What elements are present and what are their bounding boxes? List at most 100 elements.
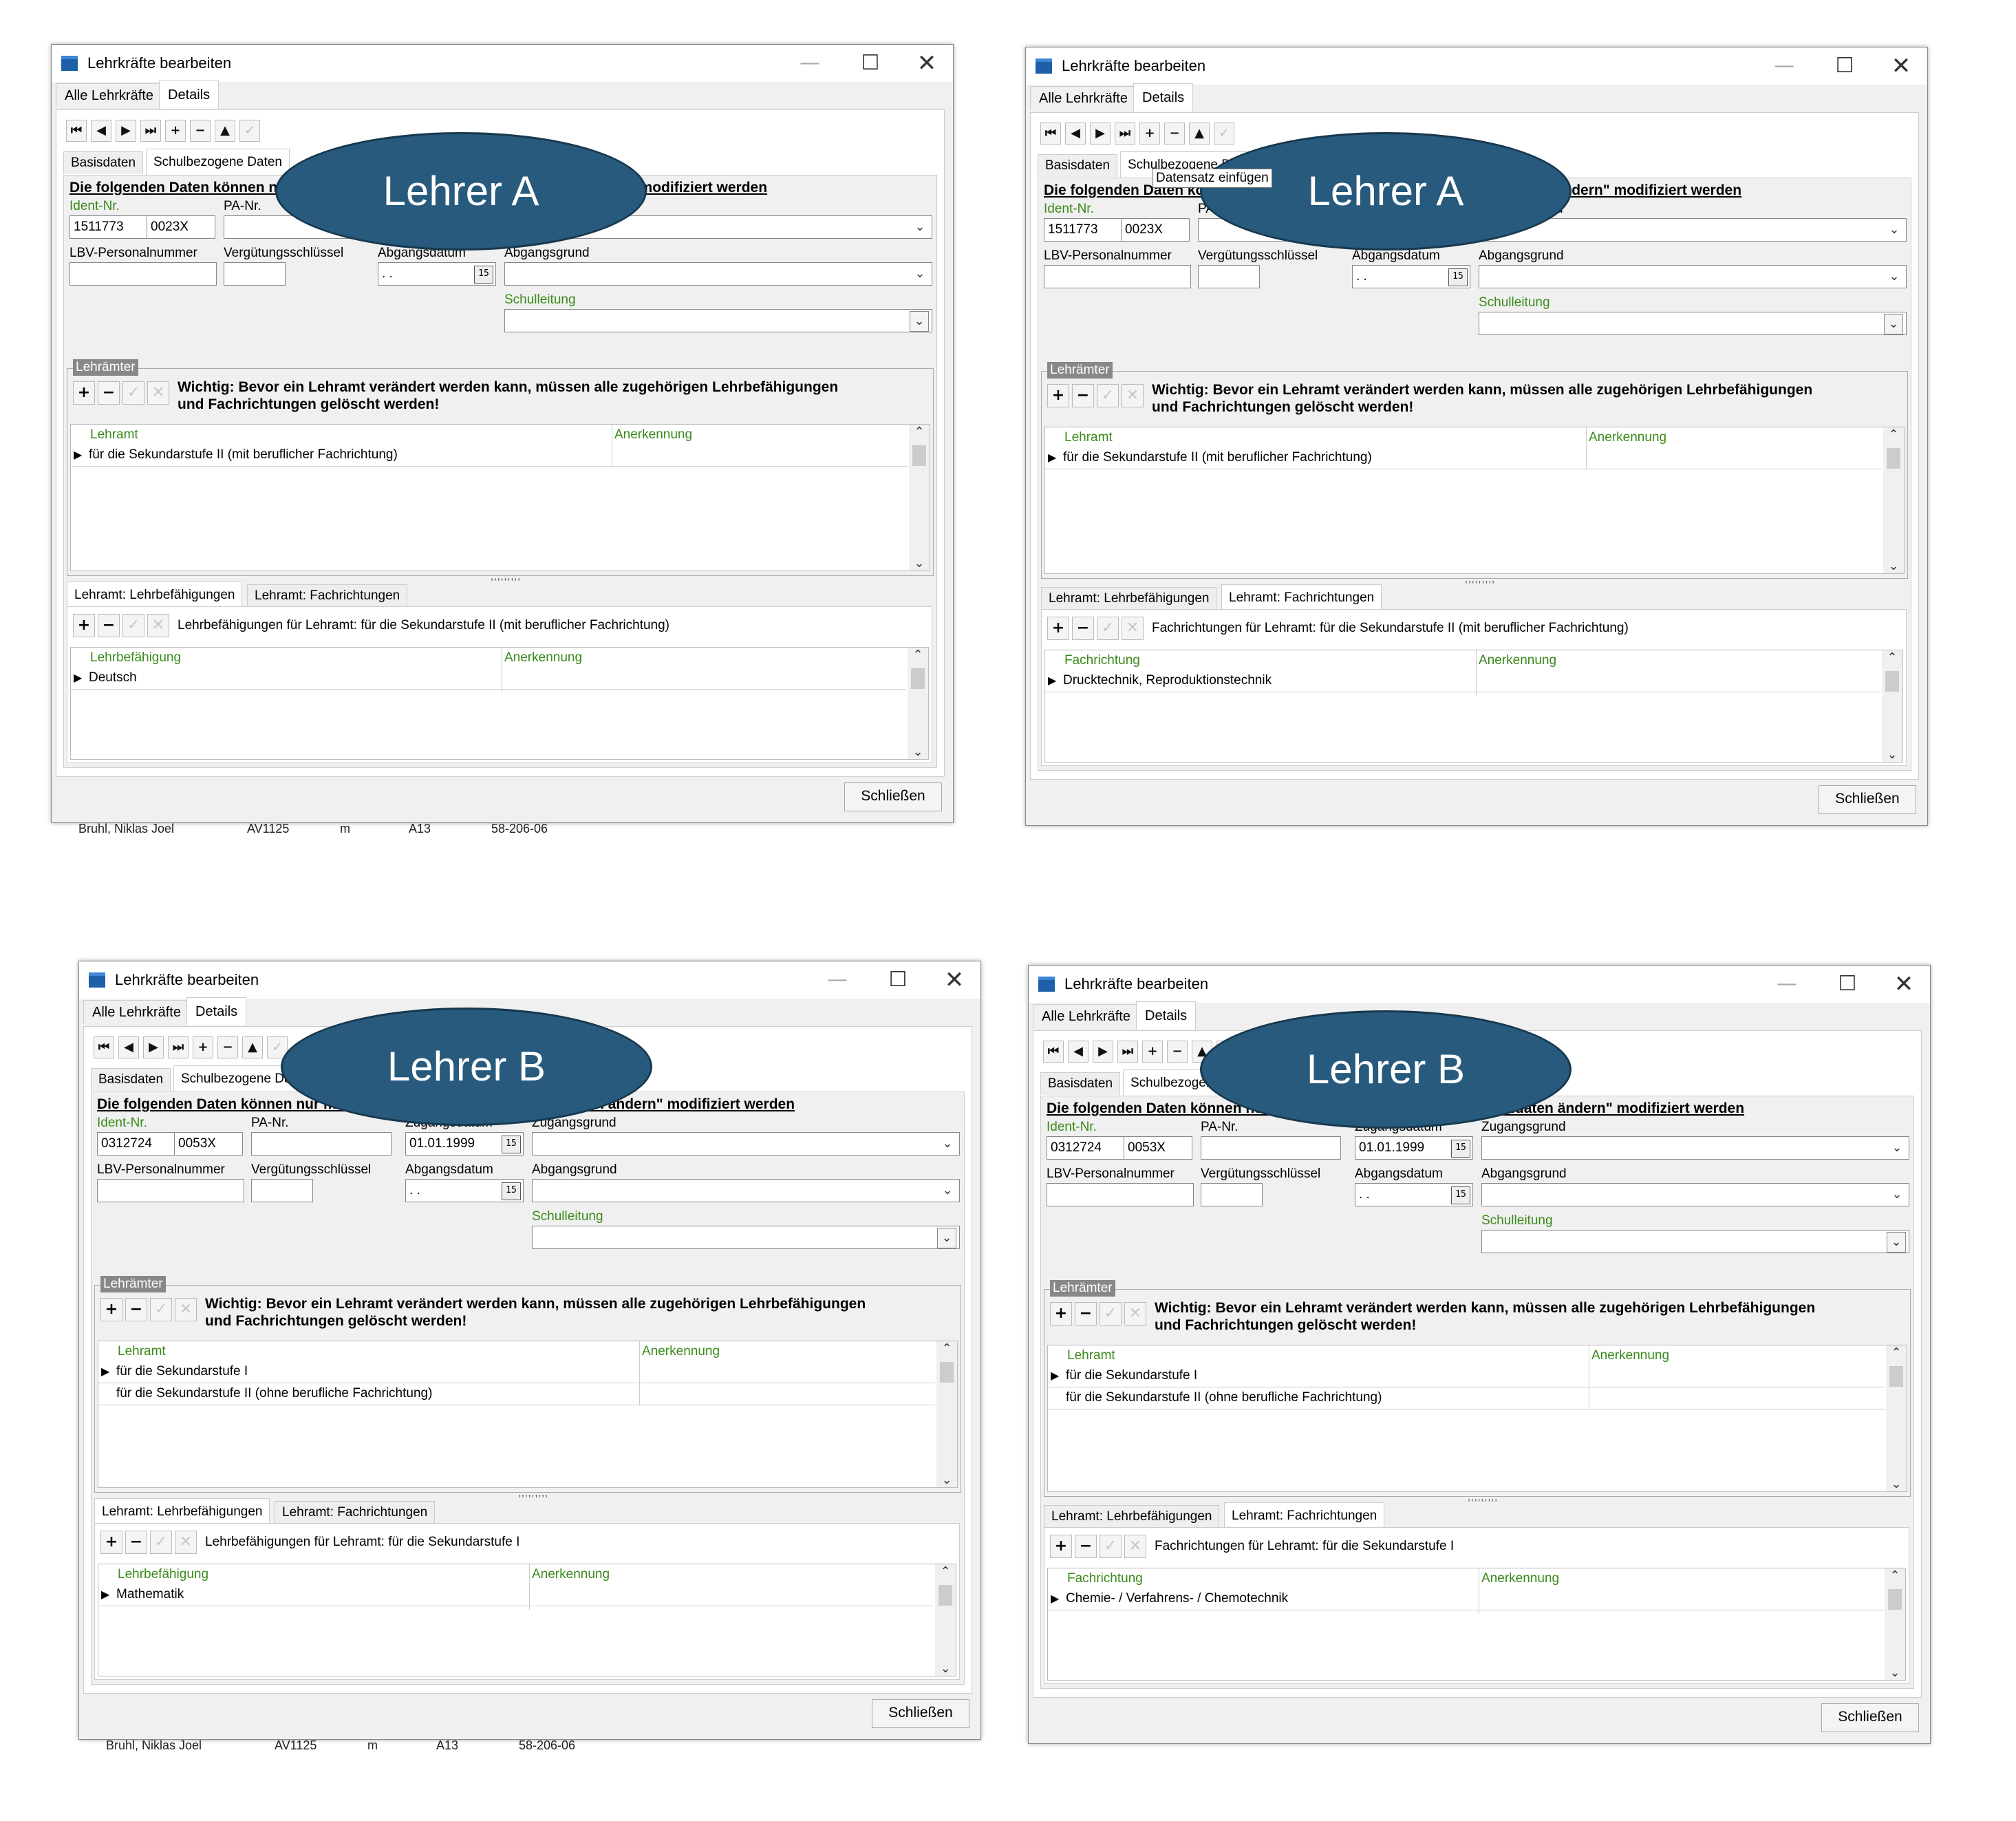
close-dialog-button[interactable]: Schließen (1819, 785, 1916, 814)
tab-fachrichtungen[interactable]: Lehramt: Fachrichtungen (1221, 584, 1382, 611)
detail-row[interactable]: ▶ Drucktechnik, Reproduktionstechnik (1045, 670, 1880, 692)
pa-field[interactable] (251, 1132, 392, 1156)
scroll-down-icon[interactable]: ⌄ (1883, 559, 1904, 573)
verguetung-field[interactable] (1198, 265, 1260, 288)
calendar-icon[interactable]: 15 (1451, 1140, 1470, 1158)
add-record-icon[interactable]: + (165, 120, 186, 142)
add-record-icon[interactable]: + (1142, 1041, 1163, 1063)
confirm-lehramt-icon[interactable]: ✓ (150, 1298, 172, 1321)
minimize-button[interactable]: — (1762, 52, 1806, 81)
lbv-field[interactable] (69, 262, 217, 286)
move-up-icon[interactable]: ▲ (242, 1036, 263, 1058)
remove-detail-icon[interactable]: − (125, 1531, 147, 1554)
lbv-field[interactable] (1044, 265, 1191, 288)
prev-page-icon[interactable]: ◀ (91, 120, 111, 142)
add-lehramt-icon[interactable]: + (73, 381, 95, 405)
schulleitung-select[interactable]: ⌄ (504, 309, 932, 332)
lehramt-row[interactable]: für die Sekundarstufe II (ohne beruflich… (98, 1383, 935, 1405)
tab-details[interactable]: Details (186, 997, 247, 1025)
prev-page-icon[interactable]: ◀ (1068, 1041, 1089, 1063)
confirm-lehramt-icon[interactable]: ✓ (122, 381, 144, 405)
scroll-thumb[interactable] (911, 668, 925, 689)
close-dialog-button[interactable]: Schließen (844, 782, 942, 811)
scroll-up-icon[interactable]: ⌃ (1883, 427, 1904, 442)
lehramt-row[interactable]: für die Sekundarstufe II (ohne beruflich… (1048, 1387, 1885, 1409)
remove-detail-icon[interactable]: − (1075, 1535, 1097, 1558)
minimize-button[interactable]: — (1765, 970, 1809, 999)
scroll-thumb[interactable] (940, 1362, 954, 1383)
confirm-lehramt-icon[interactable]: ✓ (1097, 384, 1119, 407)
ident-number-field[interactable]: 1511773 (69, 215, 148, 239)
scroll-down-icon[interactable]: ⌄ (936, 1473, 957, 1487)
tab-alle-lehrkraefte[interactable]: Alle Lehrkräfte (56, 83, 162, 107)
scroll-up-icon[interactable]: ⌃ (1882, 650, 1902, 665)
zugangsgrund-select[interactable]: ⌄ (532, 1132, 960, 1156)
ident-suffix-field[interactable]: 0053X (1124, 1136, 1192, 1160)
maximize-button[interactable]: ☐ (876, 966, 920, 994)
ident-suffix-field[interactable]: 0023X (147, 215, 215, 239)
scroll-thumb[interactable] (939, 1585, 952, 1606)
add-record-icon[interactable]: + (1139, 123, 1160, 145)
detail-scrollbar[interactable]: ⌃ ⌄ (1885, 1568, 1905, 1680)
detail-row[interactable]: ▶ Chemie- / Verfahrens- / Chemotechnik (1048, 1588, 1883, 1610)
lehramt-row[interactable]: ▶ für die Sekundarstufe I (1048, 1365, 1885, 1387)
tab-lehrbefaehigungen[interactable]: Lehramt: Lehrbefähigungen (94, 1498, 270, 1525)
cancel-lehramt-icon[interactable]: ✕ (147, 381, 169, 405)
tab-lehrbefaehigungen[interactable]: Lehramt: Lehrbefähigungen (1044, 1505, 1220, 1528)
verguetung-field[interactable] (251, 1179, 313, 1202)
abgangsgrund-select[interactable]: ⌄ (504, 262, 932, 286)
verguetung-field[interactable] (224, 262, 286, 286)
splitter-handle[interactable]: ,,,,,,,,, (518, 1487, 548, 1498)
detail-scrollbar[interactable]: ⌃ ⌄ (935, 1564, 956, 1676)
tab-lehrbefaehigungen[interactable]: Lehramt: Lehrbefähigungen (67, 582, 243, 608)
abgangsdatum-field[interactable]: . . 15 (1355, 1183, 1473, 1206)
lehramt-row[interactable]: ▶ für die Sekundarstufe II (mit beruflich… (1045, 447, 1882, 469)
delete-record-icon[interactable]: − (1164, 123, 1185, 145)
schulleitung-select[interactable]: ⌄ (1481, 1230, 1909, 1253)
detail-row[interactable]: ▶ Mathematik (98, 1584, 934, 1606)
scroll-up-icon[interactable]: ⌃ (935, 1564, 956, 1579)
scroll-thumb[interactable] (1889, 1366, 1903, 1387)
add-lehramt-icon[interactable]: + (1047, 384, 1069, 407)
ident-number-field[interactable]: 0312724 (1047, 1136, 1125, 1160)
add-detail-icon[interactable]: + (73, 614, 95, 637)
abgangsdatum-field[interactable]: . . 15 (378, 262, 496, 286)
cancel-detail-icon[interactable]: ✕ (175, 1531, 197, 1554)
cancel-detail-icon[interactable]: ✕ (1122, 617, 1144, 640)
window-close-button[interactable]: ✕ (1882, 970, 1926, 999)
last-record-icon[interactable]: ⏭ (1115, 123, 1135, 145)
schulleitung-select[interactable]: ⌄ (1479, 312, 1907, 335)
lehramt-row[interactable]: ▶ für die Sekundarstufe I (98, 1361, 935, 1383)
window-close-button[interactable]: ✕ (1879, 52, 1923, 81)
delete-record-icon[interactable]: − (217, 1036, 238, 1058)
calendar-icon[interactable]: 15 (1448, 268, 1468, 286)
tab-details[interactable]: Details (1133, 83, 1194, 111)
last-record-icon[interactable]: ⏭ (1117, 1041, 1138, 1063)
scroll-up-icon[interactable]: ⌃ (908, 648, 928, 662)
pa-field[interactable] (1201, 1136, 1341, 1160)
calendar-icon[interactable]: 15 (474, 266, 493, 284)
lehraemter-scrollbar[interactable]: ⌃ ⌄ (1883, 427, 1904, 573)
first-record-icon[interactable]: ⏮ (66, 120, 87, 142)
prev-page-icon[interactable]: ◀ (1065, 123, 1086, 145)
splitter-handle[interactable]: ,,,,,,,,, (491, 571, 521, 582)
confirm-detail-icon[interactable]: ✓ (150, 1531, 172, 1554)
lehraemter-scrollbar[interactable]: ⌃ ⌄ (909, 425, 930, 571)
tab-alle-lehrkraefte[interactable]: Alle Lehrkräfte (1030, 86, 1137, 110)
maximize-button[interactable]: ☐ (848, 49, 892, 78)
maximize-button[interactable]: ☐ (1823, 52, 1867, 81)
remove-lehramt-icon[interactable]: − (1075, 1302, 1097, 1325)
tab-fachrichtungen[interactable]: Lehramt: Fachrichtungen (247, 584, 408, 607)
scroll-thumb[interactable] (1885, 671, 1899, 692)
add-detail-icon[interactable]: + (1050, 1535, 1072, 1558)
add-record-icon[interactable]: + (193, 1036, 213, 1058)
zugangsdatum-field[interactable]: 01.01.1999 15 (405, 1132, 524, 1156)
delete-record-icon[interactable]: − (190, 120, 211, 142)
first-record-icon[interactable]: ⏮ (94, 1036, 114, 1058)
confirm-icon[interactable]: ✓ (1214, 123, 1234, 145)
scroll-down-icon[interactable]: ⌄ (935, 1661, 956, 1676)
tab-schulbezogene-daten[interactable]: Schulbezogene Daten (146, 149, 290, 175)
minimize-button[interactable]: — (788, 49, 832, 78)
schulleitung-select[interactable]: ⌄ (532, 1226, 960, 1249)
lehramt-row[interactable]: ▶ für die Sekundarstufe II (mit beruflich… (71, 444, 908, 467)
